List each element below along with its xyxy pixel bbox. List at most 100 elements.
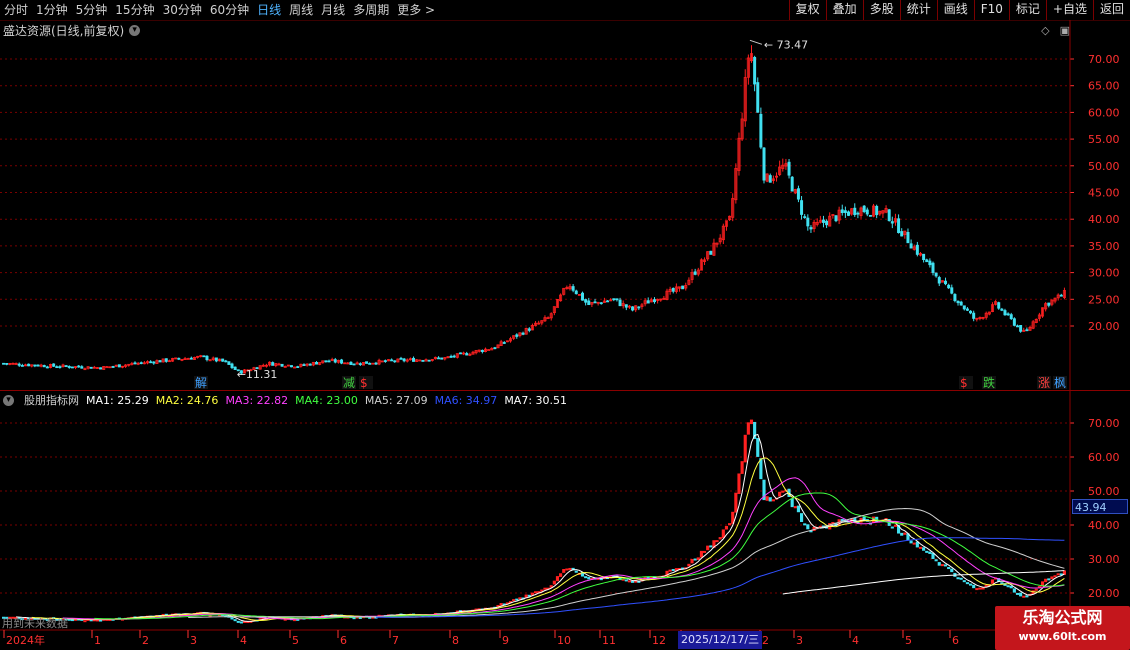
ind-candle [512, 599, 516, 602]
candle-body [296, 366, 300, 369]
x-axis-label: 5 [292, 634, 299, 647]
candle-body [352, 363, 356, 366]
ind-candle [793, 506, 797, 509]
ind-candle [1050, 576, 1054, 580]
candle-body [440, 357, 444, 360]
ind-candle [534, 591, 538, 594]
ind-candle [671, 569, 675, 572]
ind-candle [756, 438, 760, 457]
candle-body [969, 310, 973, 314]
candle-body [480, 349, 484, 353]
candle-body [847, 211, 851, 216]
ind-candle [956, 577, 960, 580]
candle-body [834, 215, 838, 222]
x-axis-label: 10 [557, 634, 571, 647]
ind-candle [940, 564, 944, 567]
min-price-label: ←11.31 [237, 368, 278, 381]
candle-body [64, 365, 68, 368]
ind-y-tick: 50.00 [1088, 485, 1120, 498]
candle-body [36, 364, 40, 367]
ind-candle [1012, 588, 1016, 593]
candle-body [606, 300, 610, 303]
candle-body [862, 205, 866, 213]
ind-candle [890, 526, 894, 529]
main-y-tick: 45.00 [1088, 187, 1120, 200]
candle-body [221, 358, 225, 362]
ind-candle [803, 523, 807, 526]
ma-label-5: MA5: 27.09 [364, 393, 428, 407]
ma-label-1: MA1: 25.29 [86, 393, 149, 407]
candle-body [671, 287, 675, 292]
main-y-tick: 20.00 [1088, 320, 1120, 333]
candle-body [458, 352, 462, 355]
candle-body [624, 304, 628, 308]
ind-candle [934, 559, 938, 562]
candle-body [618, 299, 622, 307]
ma-label-7: MA7: 30.51 [504, 393, 568, 407]
ind-candle [728, 523, 732, 526]
ind-candle [1056, 573, 1060, 576]
candle-body [759, 113, 763, 148]
kline-chart[interactable]: 70.00 65.00 60.00 55.00 50.00 45.00 40.00 35.00… [0, 0, 1130, 650]
candle-body [308, 363, 312, 366]
candle-body [427, 359, 431, 362]
candle-body [800, 200, 804, 215]
candle-body [897, 218, 901, 234]
ind-candle [749, 419, 754, 425]
candle-body [402, 358, 406, 362]
candle-body [1000, 308, 1004, 311]
ind-candle [565, 568, 569, 571]
candle-body [1009, 314, 1013, 320]
x-axis-label: 11 [602, 634, 616, 647]
candle-body [149, 361, 153, 364]
ind-candle [562, 569, 566, 573]
candle-body [787, 161, 791, 176]
candle-body [806, 217, 810, 227]
indicator-name: 股朋指标网 [24, 394, 79, 407]
event-marker: 减 [343, 376, 355, 390]
ind-candle [903, 532, 907, 535]
event-marker: 枫 [1054, 375, 1066, 390]
chevron-down-icon[interactable]: ▾ [3, 394, 14, 406]
candle-body [909, 243, 913, 249]
ind-candle [1015, 592, 1020, 595]
ind-y-tick: 20.00 [1088, 587, 1120, 600]
candle-body [612, 298, 616, 301]
ind-candle [781, 490, 785, 493]
candle-body [762, 147, 766, 181]
candle-body [17, 363, 21, 366]
candle-body [99, 367, 103, 370]
candle-body [117, 364, 121, 368]
candle-body [587, 300, 591, 306]
ind-candle [947, 567, 951, 570]
candle-body [756, 82, 760, 113]
candle-body [437, 357, 441, 360]
candle-body [934, 272, 938, 277]
ind-candle [922, 547, 926, 551]
indicator-current-value: 43.94 [1072, 499, 1128, 514]
candle-body [399, 357, 403, 360]
x-axis-label: 2 [762, 634, 769, 647]
ind-candle [806, 524, 810, 530]
ind-candle [230, 617, 234, 620]
panel-divider [0, 390, 1130, 391]
candle-body [843, 210, 847, 213]
candle-body [368, 362, 372, 365]
candle-body [931, 262, 935, 273]
main-y-tick: 25.00 [1088, 293, 1120, 306]
candle-body [803, 216, 807, 219]
ind-candle [687, 563, 691, 567]
x-axis-label: 1 [94, 634, 101, 647]
ind-candle [584, 576, 588, 579]
candle-body [527, 328, 531, 331]
ind-candle [499, 603, 503, 606]
candle-body [271, 362, 275, 366]
candle-body [340, 359, 344, 364]
ind-candle [968, 583, 973, 586]
ind-candle [981, 587, 985, 590]
ind-candle [1025, 595, 1029, 598]
crosshair-date: 2025/12/17/三 [678, 631, 763, 649]
ind-candle [1053, 575, 1057, 578]
candle-body [58, 366, 62, 369]
candle-body [962, 305, 966, 310]
